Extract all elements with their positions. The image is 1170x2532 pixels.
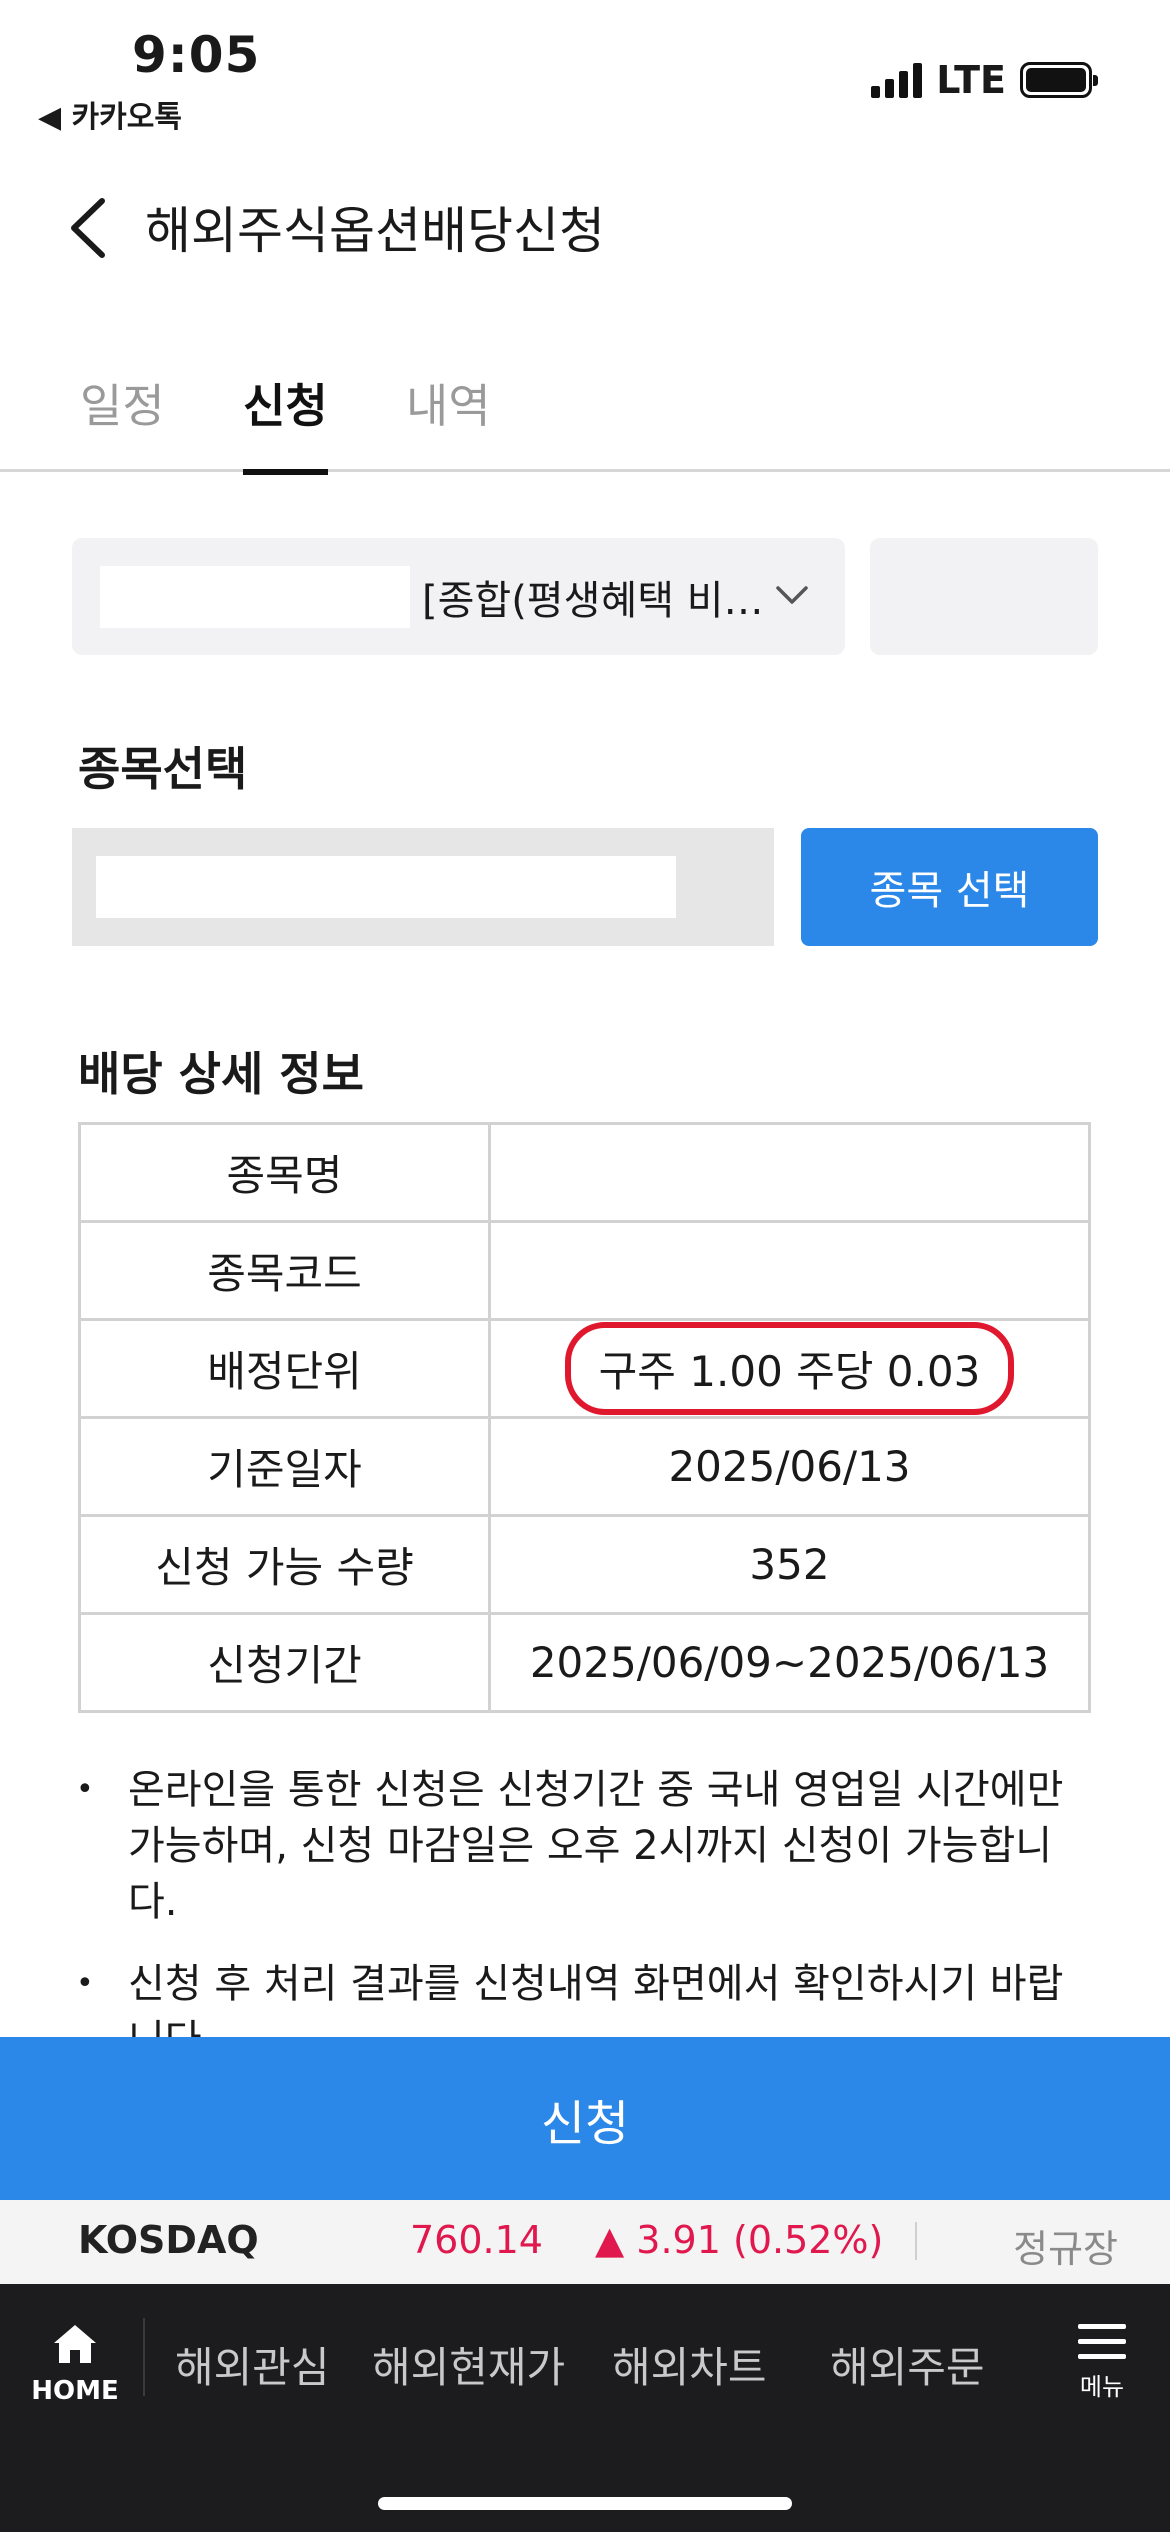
table-row: 배정단위 구주 1.00 주당 0.03	[78, 1318, 1091, 1419]
page-header: 해외주식옵션배당신청	[0, 175, 1170, 275]
stock-input[interactable]	[96, 856, 676, 918]
row-value-allocation-unit-cell: 구주 1.00 주당 0.03	[488, 1318, 1091, 1419]
ticker-price: 760.14	[410, 2218, 543, 2262]
row-label-stock-code: 종목코드	[78, 1220, 491, 1321]
table-row: 종목명	[78, 1122, 1091, 1223]
nav-divider	[143, 2318, 145, 2396]
account-number-mask	[100, 566, 410, 628]
row-label-stock-name: 종목명	[78, 1122, 491, 1223]
nav-overseas-order[interactable]: 해외주문	[830, 2334, 985, 2395]
row-label-available-qty: 신청 가능 수량	[78, 1514, 491, 1615]
chevron-down-icon	[776, 586, 808, 604]
row-value-available-qty: 352	[488, 1514, 1091, 1615]
market-ticker[interactable]: KOSDAQ 760.14 ▲ 3.91 (0.52%) 정규장	[0, 2200, 1170, 2284]
home-indicator	[378, 2497, 792, 2510]
hamburger-icon	[1072, 2324, 1132, 2359]
row-label-apply-period: 신청기간	[78, 1612, 491, 1713]
account-type-label: [종합(평생혜택 비…	[422, 578, 762, 624]
row-value-stock-name	[488, 1122, 1091, 1223]
nav-overseas-quote[interactable]: 해외현재가	[372, 2334, 565, 2395]
ticker-change: ▲ 3.91 (0.52%)	[595, 2218, 884, 2262]
row-label-record-date: 기준일자	[78, 1416, 491, 1517]
stock-select-button[interactable]: 종목 선택	[801, 828, 1098, 946]
row-value-record-date: 2025/06/13	[488, 1416, 1091, 1517]
table-row: 신청기간 2025/06/09~2025/06/13	[78, 1612, 1091, 1713]
status-indicators: LTE	[871, 58, 1098, 102]
submit-button[interactable]: 신청	[0, 2037, 1170, 2200]
page-title: 해외주식옵션배당신청	[145, 202, 605, 260]
status-time: 9:05	[132, 26, 261, 84]
signal-icon	[871, 62, 923, 98]
nav-overseas-watchlist[interactable]: 해외관심	[175, 2334, 330, 2395]
nav-menu-button[interactable]: 메뉴	[1072, 2324, 1132, 2402]
nav-menu-label: 메뉴	[1079, 2373, 1125, 2401]
market-session-status: 정규장	[1013, 2227, 1118, 2271]
row-value-stock-code	[488, 1220, 1091, 1321]
tab-bar: 일정 신청 내역	[0, 360, 1170, 475]
row-value-allocation-unit: 구주 1.00 주당 0.03	[564, 1322, 1015, 1415]
bottom-nav: HOME 해외관심 해외현재가 해외차트 해외주문 메뉴	[0, 2284, 1170, 2532]
status-bar: 9:05 ◀ 카카오톡 LTE	[0, 0, 1170, 135]
nav-home-button[interactable]: HOME	[30, 2322, 120, 2406]
tab-history[interactable]: 내역	[406, 370, 491, 472]
row-value-apply-period: 2025/06/09~2025/06/13	[488, 1612, 1091, 1713]
nav-overseas-chart[interactable]: 해외차트	[612, 2334, 767, 2395]
account-dropdown[interactable]: [종합(평생혜택 비…	[72, 538, 845, 655]
battery-icon	[1020, 62, 1098, 98]
chevron-left-icon	[71, 198, 105, 258]
tab-schedule[interactable]: 일정	[80, 370, 165, 472]
tab-apply[interactable]: 신청	[243, 370, 328, 475]
row-label-allocation-unit: 배정단위	[78, 1318, 491, 1419]
home-icon	[54, 2325, 96, 2363]
stock-input-box	[72, 828, 774, 946]
password-field[interactable]	[870, 538, 1098, 655]
nav-home-label: HOME	[31, 2376, 119, 2406]
table-row: 신청 가능 수량 352	[78, 1514, 1091, 1615]
table-row: 종목코드	[78, 1220, 1091, 1321]
back-button[interactable]	[62, 193, 122, 263]
stock-select-title: 종목선택	[78, 742, 248, 796]
ticker-divider	[915, 2222, 917, 2260]
table-row: 기준일자 2025/06/13	[78, 1416, 1091, 1517]
network-type: LTE	[936, 58, 1006, 102]
notice-item: 온라인을 통한 신청은 신청기간 중 국내 영업일 시간에만 가능하며, 신청 …	[72, 1762, 1082, 1930]
back-to-app-link[interactable]: ◀ 카카오톡	[38, 92, 182, 136]
ticker-index-name: KOSDAQ	[78, 2218, 259, 2262]
detail-section-title: 배당 상세 정보	[78, 1047, 364, 1101]
dividend-detail-table: 종목명 종목코드 배정단위 구주 1.00 주당 0.03 기준일자 2025/…	[78, 1122, 1091, 1713]
